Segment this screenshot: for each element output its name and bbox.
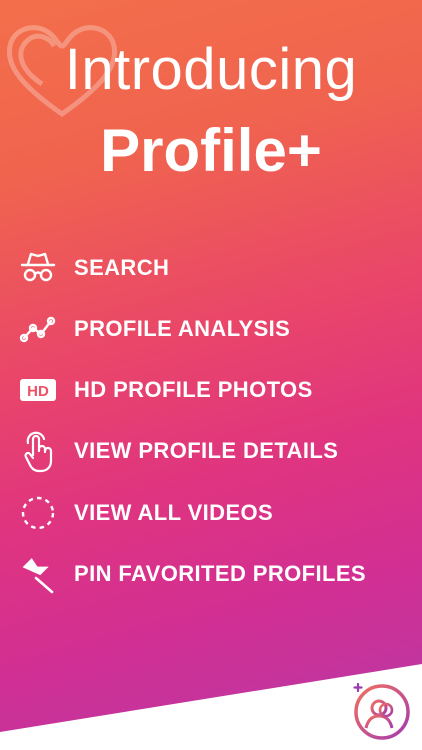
feature-item-pin-favorites: PIN FAVORITED PROFILES: [0, 552, 422, 596]
feature-item-search: SEARCH: [0, 246, 422, 290]
intro-heading: Introducing: [64, 37, 358, 102]
dashed-circle-icon: [16, 491, 60, 535]
feature-label: SEARCH: [74, 255, 170, 280]
feature-item-profile-details: VIEW PROFILE DETAILS: [0, 429, 422, 473]
feature-label: HD PROFILE PHOTOS: [74, 377, 313, 402]
svg-text:HD: HD: [27, 383, 49, 400]
analytics-line-icon: [16, 307, 60, 351]
hd-icon: HD: [16, 368, 60, 412]
feature-item-hd-photos: HD HD PROFILE PHOTOS: [0, 368, 422, 412]
feature-label: PIN FAVORITED PROFILES: [74, 561, 366, 586]
brand-heading: Profile+: [100, 117, 322, 184]
feature-label: VIEW ALL VIDEOS: [74, 500, 274, 525]
feature-label: PROFILE ANALYSIS: [74, 316, 291, 341]
feature-item-all-videos: VIEW ALL VIDEOS: [0, 491, 422, 535]
feature-label: VIEW PROFILE DETAILS: [74, 438, 339, 463]
tap-finger-icon: [16, 429, 60, 473]
feature-item-profile-analysis: PROFILE ANALYSIS: [0, 307, 422, 351]
pushpin-icon: [16, 552, 60, 596]
incognito-icon: [16, 246, 60, 290]
app-logo-icon: [353, 682, 410, 740]
